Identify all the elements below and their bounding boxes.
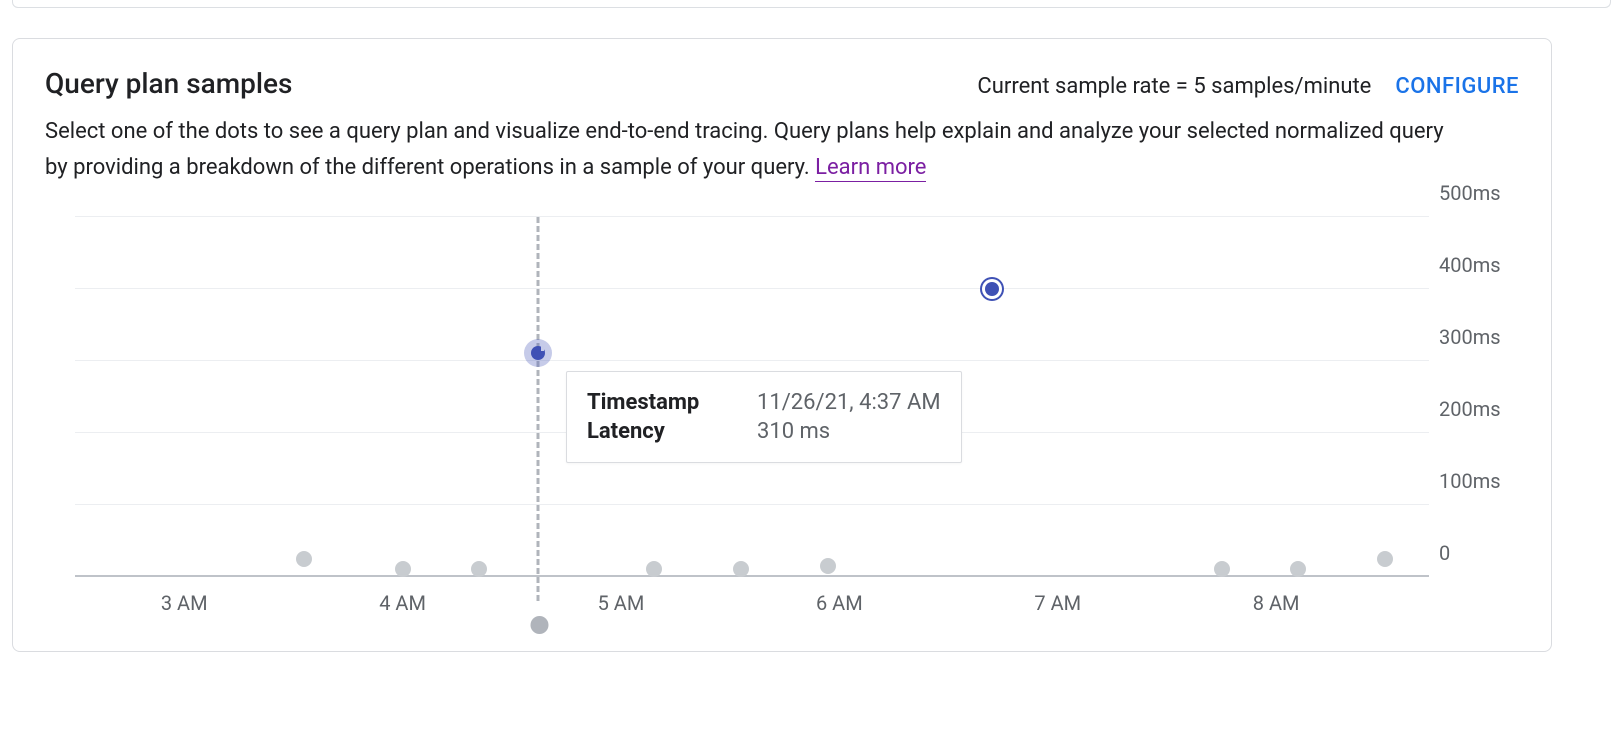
y-axis-label: 0	[1429, 541, 1519, 565]
sample-dot[interactable]	[296, 551, 312, 567]
sample-dot[interactable]	[531, 346, 545, 360]
gridline	[75, 504, 1429, 505]
x-axis-label: 4 AM	[379, 591, 426, 615]
x-axis-label: 8 AM	[1253, 591, 1300, 615]
x-axis-label: 6 AM	[816, 591, 863, 615]
y-axis-label: 500ms	[1429, 181, 1519, 205]
crosshair-handle[interactable]	[530, 616, 548, 634]
crosshair-line	[536, 217, 539, 601]
chart-area: 0100ms200ms300ms400ms500ms3 AM4 AM5 AM6 …	[45, 207, 1519, 627]
y-axis-label: 300ms	[1429, 325, 1519, 349]
y-axis-label: 100ms	[1429, 469, 1519, 493]
sample-dot-hover-halo	[524, 339, 552, 367]
x-axis-label: 7 AM	[1034, 591, 1081, 615]
tooltip-timestamp-label: Timestamp	[587, 390, 757, 415]
tooltip-timestamp-value: 11/26/21, 4:37 AM	[757, 390, 941, 415]
learn-more-link[interactable]: Learn more	[815, 155, 926, 182]
card-description-text: Select one of the dots to see a query pl…	[45, 119, 1444, 180]
gridline	[75, 360, 1429, 361]
previous-card-edge	[12, 0, 1611, 8]
tooltip-latency-label: Latency	[587, 419, 757, 444]
sample-dot[interactable]	[646, 561, 662, 577]
x-axis-label: 3 AM	[161, 591, 208, 615]
sample-dot[interactable]	[395, 561, 411, 577]
sample-dot[interactable]	[471, 561, 487, 577]
sample-dot[interactable]	[1377, 551, 1393, 567]
card-header: Query plan samples Current sample rate =…	[45, 67, 1519, 100]
card-header-right: Current sample rate = 5 samples/minute C…	[977, 74, 1519, 99]
configure-button[interactable]: CONFIGURE	[1395, 74, 1519, 99]
tooltip-latency-value: 310 ms	[757, 419, 830, 444]
x-axis-label: 5 AM	[598, 591, 645, 615]
scatter-plot[interactable]: 0100ms200ms300ms400ms500ms3 AM4 AM5 AM6 …	[75, 217, 1429, 577]
sample-dot[interactable]	[1290, 561, 1306, 577]
gridline	[75, 288, 1429, 289]
card-description: Select one of the dots to see a query pl…	[45, 114, 1445, 187]
sample-dot[interactable]	[1214, 561, 1230, 577]
sample-dot-selected[interactable]	[985, 282, 999, 296]
sample-rate-text: Current sample rate = 5 samples/minute	[977, 74, 1371, 99]
card-title: Query plan samples	[45, 67, 292, 100]
sample-dot[interactable]	[820, 558, 836, 574]
chart-tooltip: Timestamp11/26/21, 4:37 AMLatency310 ms	[566, 371, 962, 463]
y-axis-label: 400ms	[1429, 253, 1519, 277]
gridline	[75, 216, 1429, 217]
sample-dot[interactable]	[733, 561, 749, 577]
y-axis-label: 200ms	[1429, 397, 1519, 421]
query-plan-samples-card: Query plan samples Current sample rate =…	[12, 38, 1552, 652]
